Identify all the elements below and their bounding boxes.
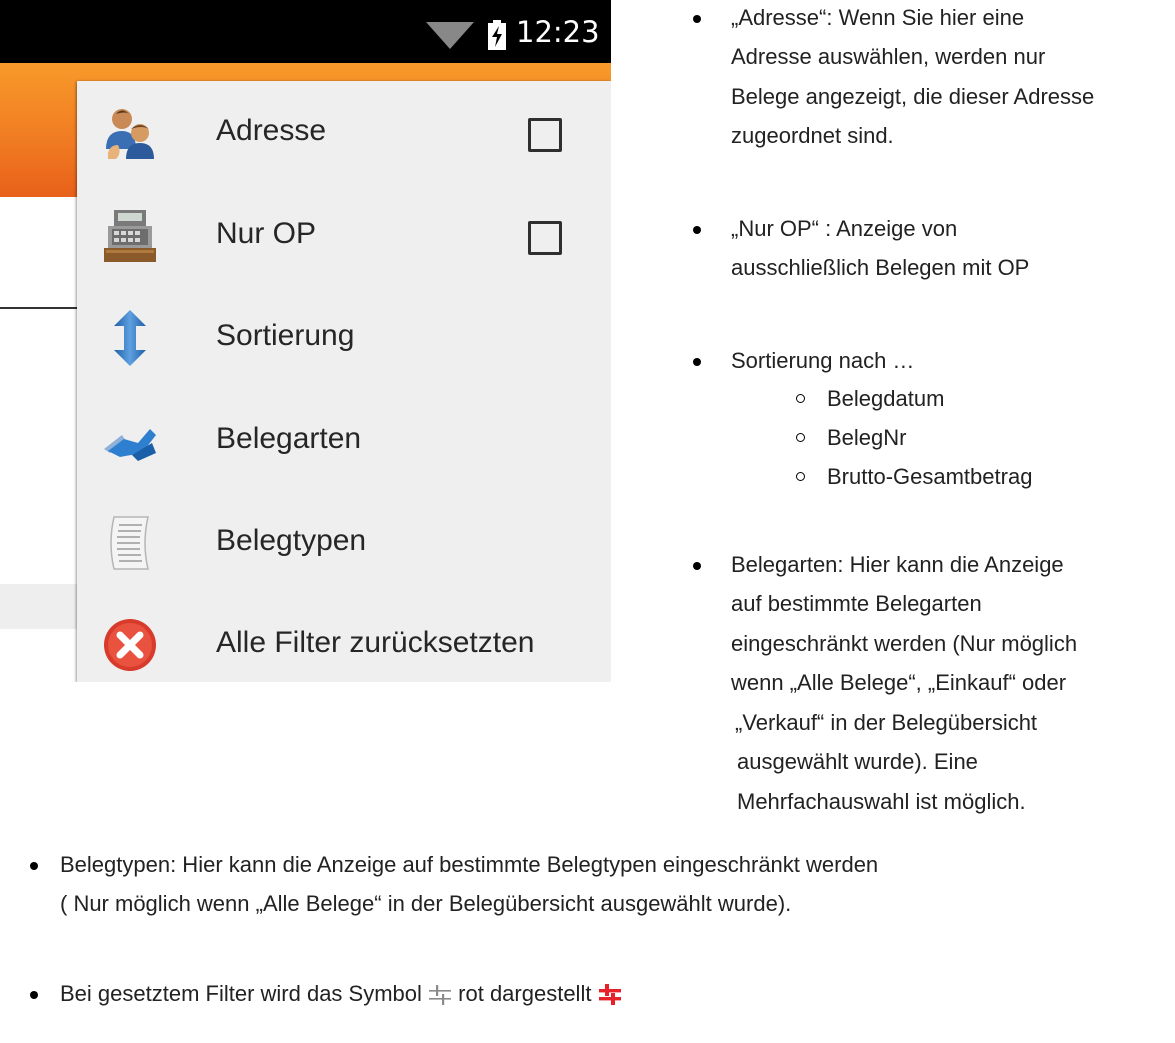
menu-item-belegtypen[interactable]: Belegtypen: [77, 491, 611, 593]
adresse-checkbox[interactable]: [528, 118, 562, 152]
sub-bullet: [796, 472, 805, 481]
text-line: Belegarten: Hier kann die Anzeige: [731, 552, 1064, 577]
battery-charging-icon: [488, 20, 506, 50]
bullet: [693, 226, 701, 234]
text-line: Mehrfachauswahl ist möglich.: [737, 789, 1026, 814]
bullet: [30, 991, 38, 999]
menu-item-reset-filters[interactable]: Alle Filter zurücksetzten: [77, 593, 611, 682]
text-line: Sortierung nach …: [731, 348, 915, 373]
people-icon: [106, 109, 154, 159]
sub-bullet: [796, 394, 805, 403]
filter-sliders-active-icon: [598, 984, 621, 1006]
text-line: zugeordnet sind.: [731, 123, 894, 148]
text-line: wenn „Alle Belege“, „Einkauf“ oder: [731, 670, 1067, 695]
filter-menu: Adresse Nur OP Sortierung Belegarten Bel…: [77, 81, 611, 682]
bullet: [693, 562, 701, 570]
text-line: ausgewählt wurde). Eine: [737, 749, 978, 774]
menu-item-nur-op[interactable]: Nur OP: [77, 184, 611, 286]
menu-item-sortierung[interactable]: Sortierung: [77, 286, 611, 388]
text-line: auf bestimmte Belegarten: [731, 591, 982, 616]
text-line: eingeschränkt werden (Nur möglich: [731, 631, 1078, 656]
status-time: 12:23: [516, 15, 600, 49]
list-row-background: [0, 584, 80, 629]
document-type-icon: [104, 429, 156, 461]
bullet: [693, 358, 701, 366]
menu-item-label: Adresse: [216, 114, 327, 147]
text-line: Adresse auswählen, werden nur: [731, 44, 1046, 69]
text-line: BelegNr: [827, 425, 907, 450]
nur-op-checkbox[interactable]: [528, 221, 562, 255]
wifi-icon: [426, 22, 474, 49]
filter-sliders-icon: [429, 985, 452, 1006]
bullet: [30, 862, 38, 870]
filter-symbol-text-before: Bei gesetztem Filter wird das Symbol: [60, 981, 422, 1006]
menu-item-belegarten[interactable]: Belegarten: [77, 389, 611, 491]
phone-screenshot: 12:23 Adresse Nur OP Sortierung Belegart…: [0, 0, 611, 682]
sub-bullet: [796, 433, 805, 442]
menu-item-label: Sortierung: [216, 319, 355, 352]
text-line: „Nur OP“ : Anzeige von: [731, 216, 958, 241]
text-line: Bei gesetztem Filter wird das Symbol rot…: [60, 980, 622, 1008]
cash-register-icon: [104, 210, 156, 262]
status-bar: 12:23: [0, 0, 611, 63]
text-line: Brutto-Gesamtbetrag: [827, 464, 1033, 489]
text-line: ( Nur möglich wenn „Alle Belege“ in der …: [60, 891, 792, 916]
bullet: [693, 15, 701, 23]
filter-symbol-text-middle: rot dargestellt: [458, 981, 592, 1006]
text-line: ausschließlich Belegen mit OP: [731, 255, 1030, 280]
sort-arrows-icon: [114, 310, 146, 366]
text-line: Belege angezeigt, die dieser Adresse: [731, 84, 1095, 109]
menu-item-label: Alle Filter zurücksetzten: [216, 626, 535, 659]
text-line: Belegtypen: Hier kann die Anzeige auf be…: [60, 852, 879, 877]
menu-item-label: Nur OP: [216, 217, 317, 250]
menu-item-label: Belegarten: [216, 422, 362, 455]
list-divider: [0, 307, 80, 309]
text-line: „Adresse“: Wenn Sie hier eine: [731, 5, 1025, 30]
text-line: „Verkauf“ in der Belegübersicht: [735, 710, 1038, 735]
text-line: Belegdatum: [827, 386, 945, 411]
receipt-icon: [110, 516, 149, 570]
menu-item-adresse[interactable]: Adresse: [77, 81, 611, 183]
menu-item-label: Belegtypen: [216, 524, 367, 557]
reset-filter-icon: [104, 619, 156, 671]
